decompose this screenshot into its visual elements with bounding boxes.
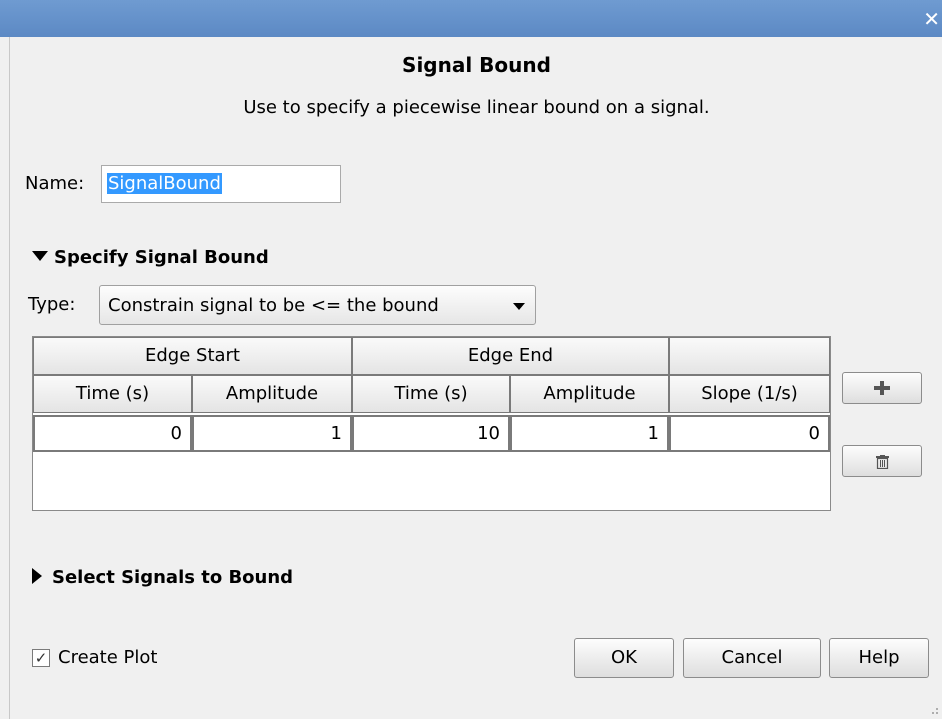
help-button[interactable]: Help xyxy=(829,638,929,678)
name-label: Name: xyxy=(25,173,85,194)
name-input-value: SignalBound xyxy=(107,173,222,194)
column-header-end-time[interactable]: Time (s) xyxy=(352,375,510,413)
table-cell-slope[interactable]: 0 xyxy=(669,415,830,452)
table-cell-end-amplitude[interactable]: 1 xyxy=(510,415,669,452)
type-dropdown[interactable]: Constrain signal to be <= the bound xyxy=(99,285,536,325)
column-header-start-time[interactable]: Time (s) xyxy=(33,375,192,413)
signal-bound-dialog: Signal Bound Use to specify a piecewise … xyxy=(9,37,942,719)
window-titlebar[interactable]: ✕ xyxy=(0,0,942,37)
column-header-slope[interactable]: Slope (1/s) xyxy=(669,375,830,413)
type-dropdown-value: Constrain signal to be <= the bound xyxy=(108,295,439,316)
chevron-down-icon xyxy=(513,303,525,310)
column-header-start-amplitude[interactable]: Amplitude xyxy=(192,375,352,413)
group-header-edge-end: Edge End xyxy=(352,337,669,375)
name-input[interactable]: SignalBound xyxy=(101,165,341,203)
create-plot-checkbox[interactable]: ✓ xyxy=(32,649,50,667)
table-cell-end-time[interactable]: 10 xyxy=(352,415,510,452)
column-header-end-amplitude[interactable]: Amplitude xyxy=(510,375,669,413)
close-icon[interactable]: ✕ xyxy=(923,9,940,29)
group-header-edge-start: Edge Start xyxy=(33,337,352,375)
cancel-button[interactable]: Cancel xyxy=(683,638,821,678)
delete-row-button[interactable] xyxy=(842,445,922,477)
bound-table: Edge Start Edge End Time (s) Amplitude T… xyxy=(32,336,831,511)
ok-button[interactable]: OK xyxy=(574,638,674,678)
specify-signal-bound-header[interactable]: Specify Signal Bound xyxy=(32,247,269,268)
add-row-button[interactable] xyxy=(842,372,922,404)
expand-down-icon xyxy=(32,251,48,261)
expand-right-icon xyxy=(32,568,42,584)
specify-section-title: Specify Signal Bound xyxy=(54,247,269,268)
type-label: Type: xyxy=(28,294,76,315)
select-section-title: Select Signals to Bound xyxy=(52,567,294,588)
select-signals-header[interactable]: Select Signals to Bound xyxy=(32,567,293,588)
table-cell-start-time[interactable]: 0 xyxy=(33,415,192,452)
resize-grip-icon[interactable] xyxy=(927,703,939,715)
plus-icon xyxy=(874,381,890,395)
create-plot-label[interactable]: Create Plot xyxy=(58,647,157,668)
trash-icon xyxy=(876,455,889,469)
checkmark-icon: ✓ xyxy=(34,649,48,667)
group-header-empty xyxy=(669,337,830,375)
dialog-title: Signal Bound xyxy=(402,53,551,77)
dialog-description: Use to specify a piecewise linear bound … xyxy=(243,97,710,118)
table-cell-start-amplitude[interactable]: 1 xyxy=(192,415,352,452)
